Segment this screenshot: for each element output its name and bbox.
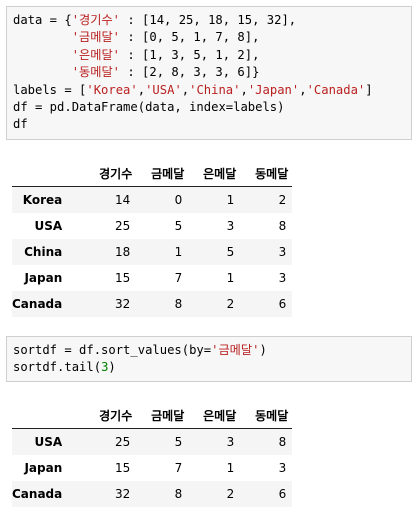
code-text: ] [365, 82, 373, 97]
table-cell: 3 [278, 245, 287, 259]
column-header: 동메달 [240, 160, 293, 187]
dataframe-output-2: 경기수 금메달 은메달 동메달 USA 25 5 3 8 Japan 15 7 … [12, 402, 293, 507]
code-string: '금메달' [71, 30, 121, 45]
table-cell: 1 [226, 193, 235, 207]
code-string: 'USA' [145, 82, 182, 97]
column-header: 동메달 [240, 402, 293, 429]
table-cell: 8 [278, 219, 287, 233]
table-row: Korea 14 0 1 2 [12, 186, 293, 213]
table-cell: 3 [278, 461, 287, 475]
code-text: labels = [ [13, 82, 87, 97]
table-cell: 5 [174, 219, 183, 233]
table-cell: 1 [226, 271, 235, 285]
table-cell: 32 [114, 297, 131, 311]
table-cell: 1 [174, 245, 183, 259]
table-cell: 18 [114, 245, 131, 259]
code-cell-2[interactable]: sortdf = df.sort_values(by='금메달') sortdf… [6, 336, 412, 382]
code-text: ) [108, 360, 116, 375]
table-header-row: 경기수 금메달 은메달 동메달 [12, 402, 293, 429]
column-header: 은메달 [188, 402, 241, 429]
table-cell: 0 [174, 193, 183, 207]
table-cell: 5 [174, 435, 183, 449]
row-index: USA [34, 435, 63, 449]
code-string: 'China' [189, 82, 241, 97]
table-header-row: 경기수 금메달 은메달 동메달 [12, 160, 293, 187]
row-index: Japan [24, 461, 63, 475]
code-text: data = { [13, 13, 72, 27]
table-cell: 8 [174, 297, 183, 311]
code-text: : [1, 3, 5, 1, 2], [120, 47, 260, 62]
row-index: USA [34, 219, 63, 233]
table-cell: 25 [114, 435, 131, 449]
dataframe-output-1: 경기수 금메달 은메달 동메달 Korea 14 0 1 2 USA 25 5 … [12, 160, 293, 317]
table-cell: 8 [278, 435, 287, 449]
row-index: Korea [22, 193, 63, 207]
table-cell: 7 [174, 271, 183, 285]
row-index: China [24, 245, 63, 259]
code-text: : [0, 5, 1, 7, 8], [120, 30, 260, 45]
code-text: df [13, 117, 28, 132]
code-text: : [14, 25, 18, 15, 32], [120, 13, 297, 27]
table-cell: 32 [114, 487, 131, 501]
table-cell: 14 [114, 193, 131, 207]
table-cell: 3 [226, 219, 235, 233]
code-text: : [2, 8, 3, 3, 6]} [120, 65, 260, 80]
table-cell: 6 [278, 487, 287, 501]
index-header [12, 402, 73, 429]
table-cell: 3 [278, 271, 287, 285]
code-string: '은메달' [71, 47, 121, 62]
index-header [12, 160, 73, 187]
table-cell: 15 [114, 271, 131, 285]
code-editor-2[interactable]: sortdf = df.sort_values(by='금메달') sortdf… [7, 337, 411, 377]
table-cell: 6 [278, 297, 287, 311]
table-cell: 7 [174, 461, 183, 475]
code-string: '경기수' [71, 13, 121, 27]
row-index: Japan [24, 271, 63, 285]
column-header: 금메달 [136, 160, 189, 187]
row-index: Canada [12, 297, 63, 311]
code-string: 'Korea' [86, 82, 138, 97]
table-cell: 3 [226, 435, 235, 449]
table-row: Japan 15 7 1 3 [12, 455, 292, 481]
table-row: Canada 32 8 2 6 [12, 481, 293, 507]
table-row: Canada 32 8 2 6 [12, 291, 293, 317]
table-row: USA 25 5 3 8 [12, 213, 292, 239]
code-text: sortdf = df.sort_values(by= [13, 343, 212, 357]
table-row: USA 25 5 3 8 [12, 428, 293, 455]
table-row: China 18 1 5 3 [12, 239, 293, 265]
code-string: 'Japan' [247, 82, 300, 97]
table-cell: 1 [226, 461, 235, 475]
table-cell: 2 [226, 487, 235, 501]
column-header: 경기수 [72, 402, 137, 429]
code-editor-1[interactable]: data = {'경기수' : [14, 25, 18, 15, 32], '금… [7, 7, 411, 134]
column-header: 경기수 [72, 160, 137, 187]
table-cell: 2 [226, 297, 235, 311]
row-index: Canada [12, 487, 63, 501]
table-cell: 2 [278, 193, 287, 207]
code-string: '금메달' [211, 343, 260, 357]
table-cell: 8 [174, 487, 183, 501]
code-cell-1[interactable]: data = {'경기수' : [14, 25, 18, 15, 32], '금… [6, 6, 412, 140]
code-text: df = pd.DataFrame(data, index=labels) [13, 100, 285, 115]
column-header: 은메달 [188, 160, 241, 187]
column-header: 금메달 [136, 402, 189, 429]
table-row: Japan 15 7 1 3 [12, 265, 292, 291]
table-cell: 25 [114, 219, 131, 233]
code-text: sortdf.tail( [13, 360, 102, 375]
code-string: '동메달' [71, 65, 121, 80]
code-string: 'Canada' [306, 82, 366, 97]
code-text: ) [259, 343, 267, 357]
table-cell: 5 [226, 245, 235, 259]
table-cell: 15 [114, 461, 131, 475]
